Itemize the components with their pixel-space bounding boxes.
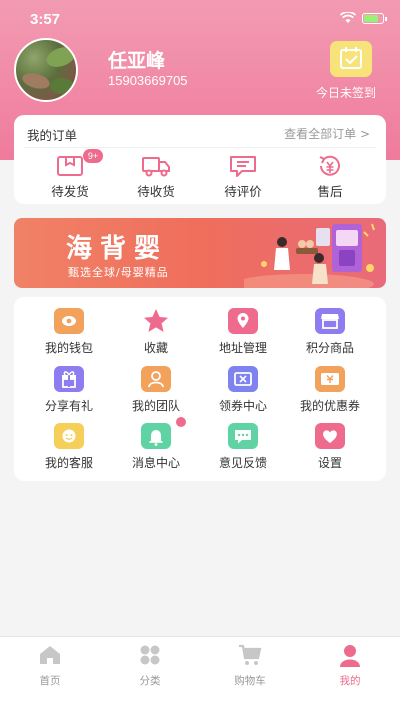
menu-label: 领券中心: [218, 399, 267, 413]
menu-label: 地址管理: [218, 341, 267, 355]
team-icon: [141, 366, 171, 392]
banner-illustration: [244, 223, 375, 288]
order-label: 待评价: [224, 184, 262, 199]
cart-icon: [239, 644, 262, 665]
tab-label: 分类: [139, 675, 161, 687]
menu-points-goods[interactable]: 积分商品: [285, 308, 375, 362]
order-pending-shipment[interactable]: 9+ 待发货: [27, 149, 113, 201]
tab-label: 我的: [339, 675, 361, 687]
tab-profile[interactable]: 我的: [300, 643, 400, 688]
promo-banner[interactable]: 海背婴 甄选全球/母婴精品: [14, 218, 386, 288]
status-time: 3:57: [30, 11, 61, 28]
tab-label: 首页: [39, 675, 61, 687]
order-pending-receipt[interactable]: 待收货: [113, 153, 199, 201]
tab-cart[interactable]: 购物车: [200, 643, 300, 688]
order-label: 待发货: [51, 184, 89, 199]
menu-label: 我的钱包: [44, 341, 93, 355]
calendar-check-icon: [340, 47, 362, 69]
pending-count-badge: 9+: [83, 149, 103, 163]
order-label: 待收货: [137, 184, 175, 199]
menu-message-center[interactable]: 消息中心: [111, 417, 201, 477]
menu-label: 分享有礼: [44, 399, 93, 413]
feedback-icon: [228, 423, 258, 449]
star-icon: [141, 308, 171, 334]
service-icon: [54, 423, 84, 449]
bottom-tab-bar: 首页 分类 购物车 我的: [0, 636, 400, 710]
menu-favorites[interactable]: 收藏: [111, 308, 201, 362]
location-icon: [228, 308, 258, 334]
avatar[interactable]: [14, 38, 78, 102]
package-icon: [57, 156, 83, 176]
tab-category[interactable]: 分类: [100, 643, 200, 688]
home-icon: [40, 646, 60, 664]
status-icons: [340, 12, 387, 24]
banner-subtitle: 甄选全球/母婴精品: [68, 266, 169, 279]
menu-label: 设置: [317, 456, 342, 470]
order-pending-review[interactable]: 待评价: [200, 153, 286, 201]
refund-icon: [319, 155, 340, 176]
user-name: 任亚峰: [108, 50, 166, 72]
menu-my-team[interactable]: 我的团队: [111, 366, 201, 420]
tab-home[interactable]: 首页: [0, 643, 100, 688]
order-label: 售后: [317, 184, 343, 199]
user-phone: 15903669705: [108, 73, 188, 88]
category-icon: [140, 645, 160, 665]
store-icon: [315, 308, 345, 334]
wallet-icon: [54, 308, 84, 334]
order-after-sales[interactable]: 售后: [287, 153, 373, 201]
menu-feedback[interactable]: 意见反馈: [198, 423, 288, 477]
wifi-icon: [340, 12, 356, 23]
profile-icon: [340, 645, 360, 667]
menu-label: 我的优惠券: [299, 399, 360, 413]
menu-customer-service[interactable]: 我的客服: [24, 423, 114, 477]
menu-label: 我的团队: [131, 399, 180, 413]
divider: [24, 147, 376, 148]
menu-label: 我的客服: [44, 456, 93, 470]
gift-icon: [54, 366, 84, 392]
menu-label: 意见反馈: [218, 456, 267, 470]
truck-icon: [142, 157, 170, 177]
status-bar: 3:57: [0, 0, 400, 36]
orders-title: 我的订单: [27, 128, 78, 143]
menu-label: 收藏: [143, 341, 168, 355]
unread-dot: [176, 417, 186, 427]
services-menu: 我的钱包 收藏 地址管理 积分商品 分享有礼 我的团队 领券中心 我的优惠券 我…: [14, 297, 386, 481]
comment-icon: [230, 156, 256, 177]
menu-coupon-center[interactable]: 领券中心: [198, 366, 288, 420]
view-all-orders-link[interactable]: 查看全部订单 >: [284, 125, 370, 142]
menu-my-wallet[interactable]: 我的钱包: [24, 308, 114, 362]
menu-address-management[interactable]: 地址管理: [198, 308, 288, 362]
orders-card: 我的订单 查看全部订单 > 9+ 待发货 待收货 待评价 售后: [14, 115, 386, 204]
menu-my-coupons[interactable]: 我的优惠券: [285, 366, 375, 420]
menu-share-gift[interactable]: 分享有礼: [24, 366, 114, 420]
sign-in-status[interactable]: 今日未签到: [316, 84, 376, 101]
ticket-icon: [228, 366, 258, 392]
tab-label: 购物车: [234, 675, 266, 687]
coupon-icon: [315, 366, 345, 392]
bell-icon: [141, 423, 171, 449]
menu-label: 积分商品: [305, 341, 354, 355]
menu-label: 消息中心: [131, 456, 180, 470]
sign-in-button[interactable]: [330, 41, 372, 77]
banner-title: 海背婴: [66, 234, 169, 264]
heart-settings-icon: [315, 423, 345, 449]
menu-settings[interactable]: 设置: [285, 423, 375, 477]
battery-icon: [362, 12, 387, 24]
